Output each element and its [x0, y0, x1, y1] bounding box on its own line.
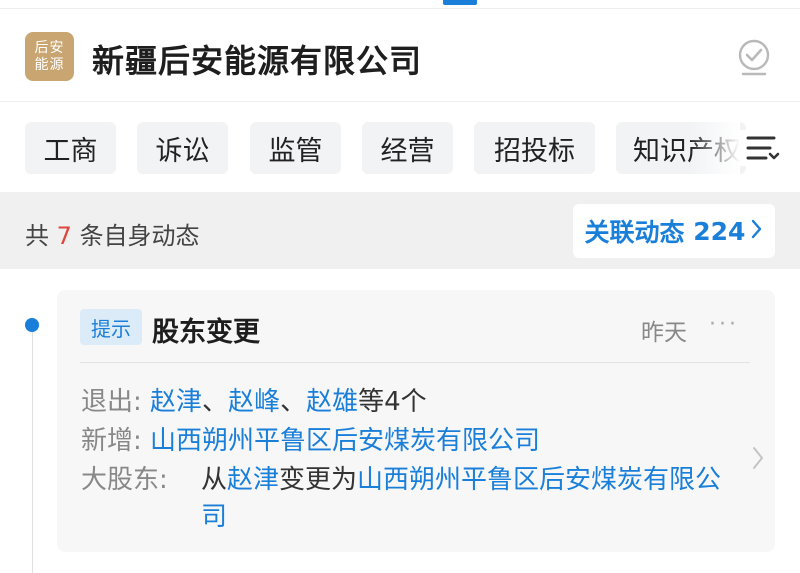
active-tab-indicator	[443, 0, 477, 5]
tab-business[interactable]: 工商	[25, 122, 116, 174]
list-menu-icon[interactable]	[740, 130, 784, 166]
former-major-link[interactable]: 赵津	[227, 465, 279, 495]
exit-label: 退出:	[81, 387, 142, 417]
company-name: 新疆后安能源有限公司	[92, 42, 423, 80]
add-label: 新增:	[81, 426, 142, 456]
logo-text-line-2: 能源	[34, 56, 65, 73]
tip-badge: 提示	[80, 309, 142, 345]
tab-regulation[interactable]: 监管	[250, 122, 341, 174]
tab-litigation[interactable]: 诉讼	[137, 122, 228, 174]
tab-operation[interactable]: 经营	[362, 122, 453, 174]
major-content: 从赵津变更为山西朔州平鲁区后安煤炭有限公司	[201, 462, 731, 536]
exit-suffix: 等4个	[358, 387, 427, 417]
shareholder-link[interactable]: 赵津	[150, 387, 202, 417]
chevron-right-icon[interactable]	[751, 444, 765, 472]
new-shareholder-link[interactable]: 山西朔州平鲁区后安煤炭有限公司	[150, 426, 540, 456]
to-word: 变更为	[279, 465, 358, 495]
event-title: 股东变更	[152, 317, 260, 348]
tab-bidding[interactable]: 招投标	[474, 122, 595, 174]
check-circle-icon[interactable]	[735, 38, 773, 78]
event-card[interactable]: 提示 股东变更 昨天 ··· 退出: 赵津、赵峰、赵雄等4个 新增: 山西朔州平…	[57, 290, 775, 552]
timeline-line	[32, 328, 33, 573]
more-icon[interactable]: ···	[709, 312, 739, 337]
major-shareholder-row: 大股东: 从赵津变更为山西朔州平鲁区后安煤炭有限公司	[81, 462, 731, 536]
logo-text-line-1: 后安	[34, 39, 65, 56]
dynamics-count: 7	[56, 222, 72, 250]
card-divider	[80, 362, 750, 363]
exit-row: 退出: 赵津、赵峰、赵雄等4个	[81, 384, 427, 421]
major-label: 大股东:	[81, 465, 168, 495]
divider	[0, 8, 800, 9]
company-header: 后安 能源 新疆后安能源有限公司	[0, 10, 800, 102]
related-count: 224	[693, 216, 746, 246]
self-dynamics-count: 共 7 条自身动态	[25, 216, 200, 251]
related-dynamics-button[interactable]: 关联动态 224	[573, 204, 775, 258]
chevron-right-icon	[751, 217, 763, 246]
shareholder-link[interactable]: 赵峰	[228, 387, 280, 417]
summary-prefix: 共	[25, 222, 49, 250]
event-time: 昨天	[641, 320, 687, 346]
timeline-dot	[25, 318, 39, 332]
separator: 、	[202, 387, 229, 417]
summary-suffix: 条自身动态	[79, 222, 200, 250]
company-logo: 后安 能源	[25, 32, 74, 81]
related-label: 关联动态	[584, 218, 685, 247]
separator: 、	[280, 387, 307, 417]
category-tabs: 工商 诉讼 监管 经营 招投标 知识产权	[0, 102, 800, 192]
add-row: 新增: 山西朔州平鲁区后安煤炭有限公司	[81, 423, 540, 460]
tab-fade-overlay	[690, 120, 740, 176]
shareholder-link[interactable]: 赵雄	[306, 387, 358, 417]
from-word: 从	[201, 465, 228, 495]
dynamics-summary-bar: 共 7 条自身动态 关联动态 224	[0, 192, 800, 269]
